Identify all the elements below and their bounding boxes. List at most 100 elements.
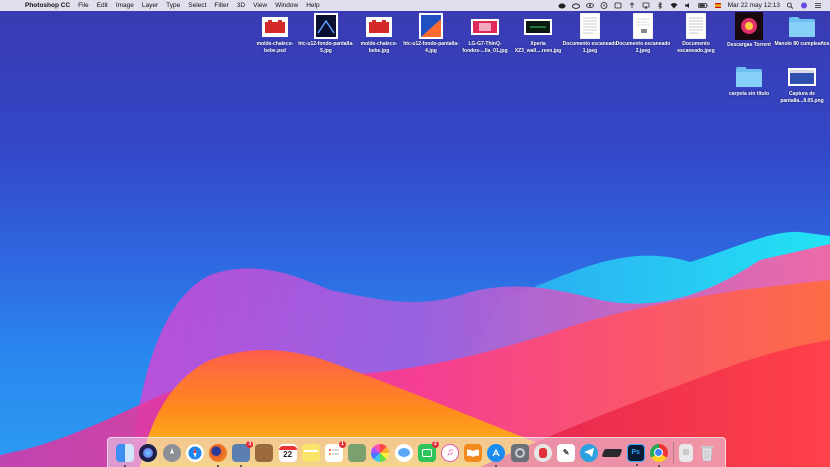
notification-badge: 2 bbox=[431, 440, 439, 448]
image-thumbnail bbox=[313, 13, 339, 39]
calendar-icon[interactable]: 22 bbox=[278, 443, 297, 462]
folder-icon bbox=[735, 65, 763, 89]
desktop-icon-image-file[interactable]: htc-u12-fondo-pantalla-5.jpg bbox=[298, 13, 354, 54]
desktop-icon-label: Captura de pantalla...8.05.png bbox=[780, 91, 824, 104]
firefox-icon[interactable] bbox=[209, 443, 228, 467]
menu-select[interactable]: Select bbox=[188, 2, 206, 9]
time-machine-icon[interactable] bbox=[600, 2, 608, 9]
desktop-icon-document-file[interactable]: Documento escaneado 2.jpeg bbox=[615, 13, 671, 54]
desktop-icon-label: Documento escaneado.jpeg bbox=[677, 41, 715, 54]
airplay-icon[interactable] bbox=[642, 2, 650, 9]
desktop-icon-folder[interactable]: carpeta sin título bbox=[721, 65, 777, 98]
text-editor-icon[interactable]: ✎ bbox=[557, 443, 576, 462]
photoshop-label: Ps bbox=[631, 449, 640, 456]
desktop-icon-document-file[interactable]: Documento escaneado 1.jpeg bbox=[562, 13, 618, 54]
messages-icon[interactable] bbox=[394, 443, 413, 462]
menu-window[interactable]: Window bbox=[275, 2, 298, 9]
upload-icon[interactable] bbox=[628, 2, 636, 9]
downloads-stack-icon[interactable] bbox=[679, 443, 694, 462]
desktop-icon-label: Xperia XZ3_wall....reen.jpg bbox=[514, 41, 562, 54]
desktop-icon-label: htc-u12-fondo-pantalla-5.jpg bbox=[298, 41, 354, 54]
menu-filter[interactable]: Filter bbox=[214, 2, 228, 9]
apple-menu-icon[interactable] bbox=[10, 1, 19, 10]
desktop-icon-folder[interactable]: Manolo 80 cumpleaños bbox=[774, 15, 830, 48]
launchpad-icon[interactable] bbox=[162, 443, 181, 462]
system-preferences-icon[interactable] bbox=[510, 443, 529, 462]
siri-menu-icon[interactable] bbox=[800, 2, 808, 9]
desktop-icon-label: molde-chaleco-bebe.jpg bbox=[360, 41, 398, 54]
menu-image[interactable]: Image bbox=[116, 2, 134, 9]
facetime-icon[interactable]: 2 bbox=[417, 440, 439, 462]
document-thumbnail bbox=[683, 13, 709, 39]
app-store-icon[interactable] bbox=[487, 443, 506, 467]
menu-3d[interactable]: 3D bbox=[237, 2, 245, 9]
menu-edit[interactable]: Edit bbox=[97, 2, 108, 9]
image-thumbnail bbox=[418, 13, 444, 39]
wifi-icon[interactable] bbox=[670, 2, 678, 9]
spotlight-search-icon[interactable] bbox=[786, 2, 794, 9]
trash-icon[interactable] bbox=[698, 444, 716, 462]
external-drive-icon[interactable] bbox=[602, 444, 623, 462]
menu-help[interactable]: Help bbox=[306, 2, 319, 9]
desktop-icon-label: Documento escaneado 2.jpeg bbox=[615, 41, 671, 54]
desktop-icon-label: carpeta sin título bbox=[728, 91, 769, 97]
flashlight-icon[interactable] bbox=[533, 443, 552, 462]
desktop-icon-image-file[interactable]: htc-u12-fondo-pantalla-4.jpg bbox=[403, 13, 459, 54]
itunes-icon[interactable]: ♫ bbox=[441, 443, 460, 462]
desktop-icon-document-file[interactable]: Documento escaneado.jpeg bbox=[668, 13, 724, 54]
photoshop-icon[interactable]: Ps bbox=[626, 443, 645, 466]
psd-file-thumbnail bbox=[262, 15, 288, 39]
chrome-icon[interactable] bbox=[649, 443, 668, 467]
image-thumbnail bbox=[366, 15, 392, 39]
eye-icon[interactable] bbox=[585, 2, 594, 9]
wallpaper-waves bbox=[0, 231, 830, 467]
image-thumbnail bbox=[735, 12, 763, 40]
image-thumbnail bbox=[788, 65, 816, 89]
menu-bar-clock[interactable]: Mar 22 may 12:13 bbox=[728, 2, 780, 9]
reminders-icon[interactable]: 1 bbox=[325, 440, 347, 462]
telegram-icon[interactable] bbox=[580, 443, 599, 462]
notification-badge: 3 bbox=[246, 440, 254, 448]
desktop-icon-label: LG-G7-ThinQ-fondos-...lla_01.jpg bbox=[462, 41, 508, 54]
siri-icon[interactable] bbox=[139, 443, 158, 462]
dock: 3 22 1 2 ♫ ✎ Ps bbox=[107, 437, 726, 467]
document-thumbnail bbox=[577, 13, 603, 39]
desktop-icon-psd-file[interactable]: molde-chaleco-bebe.psd bbox=[247, 15, 303, 54]
battery-icon[interactable] bbox=[697, 2, 708, 9]
notes-icon[interactable] bbox=[301, 443, 320, 462]
finder-icon[interactable] bbox=[116, 443, 135, 467]
desktop-icon-label: Descargas Torrent bbox=[727, 42, 771, 48]
volume-icon[interactable] bbox=[684, 2, 692, 9]
desktop-icon-label: molde-chaleco-bebe.psd bbox=[256, 41, 294, 54]
image-capture-icon[interactable] bbox=[348, 443, 367, 462]
menu-type[interactable]: Type bbox=[166, 2, 180, 9]
desktop-icon-label: Documento escaneado 1.jpeg bbox=[562, 41, 618, 54]
safari-icon[interactable] bbox=[185, 443, 204, 462]
notification-badge: 1 bbox=[339, 440, 347, 448]
image-thumbnail bbox=[524, 15, 552, 39]
bluetooth-icon[interactable] bbox=[656, 2, 664, 9]
cloud-icon[interactable] bbox=[571, 2, 580, 9]
menu-file[interactable]: File bbox=[78, 2, 88, 9]
desktop-icon-image-file[interactable]: LG-G7-ThinQ-fondos-...lla_01.jpg bbox=[457, 15, 513, 54]
menu-view[interactable]: View bbox=[253, 2, 267, 9]
calendar-day: 22 bbox=[283, 450, 293, 459]
notification-center-icon[interactable] bbox=[814, 2, 822, 9]
image-thumbnail bbox=[471, 15, 499, 39]
ftp-icon[interactable] bbox=[614, 2, 622, 9]
app-name-menu[interactable]: Photoshop CC bbox=[25, 2, 70, 9]
preview-icon[interactable]: 3 bbox=[232, 440, 254, 467]
flag-icon[interactable] bbox=[714, 2, 722, 9]
document-thumbnail bbox=[630, 13, 656, 39]
photos-icon[interactable] bbox=[371, 443, 390, 462]
desktop-icon-image-file[interactable]: Captura de pantalla...8.05.png bbox=[774, 65, 830, 104]
desktop-icon-image-file[interactable]: molde-chaleco-bebe.jpg bbox=[351, 15, 407, 54]
desktop-icon-image-file[interactable]: Descargas Torrent bbox=[721, 12, 777, 49]
folder-icon bbox=[788, 15, 816, 39]
desktop-icon-image-file[interactable]: Xperia XZ3_wall....reen.jpg bbox=[510, 15, 566, 54]
menu-layer[interactable]: Layer bbox=[142, 2, 158, 9]
books-icon[interactable] bbox=[464, 443, 483, 462]
notebook-icon[interactable] bbox=[255, 443, 274, 462]
creative-cloud-icon[interactable] bbox=[558, 2, 566, 9]
desktop-icon-label: htc-u12-fondo-pantalla-4.jpg bbox=[403, 41, 459, 54]
